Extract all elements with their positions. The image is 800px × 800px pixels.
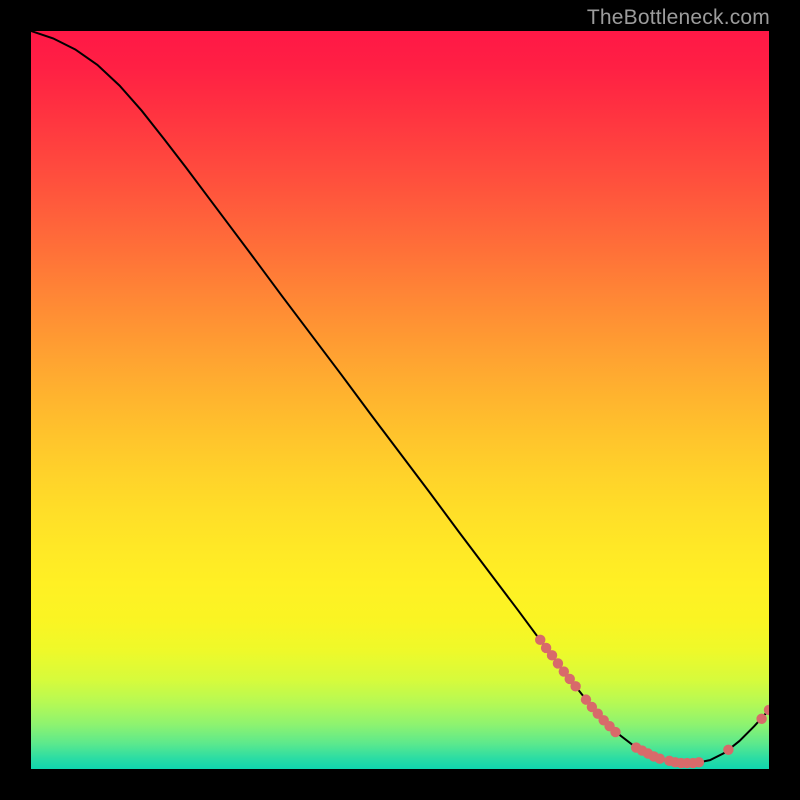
watermark-label: TheBottleneck.com	[587, 6, 770, 30]
chart-svg	[31, 31, 769, 769]
plot-area	[31, 31, 769, 769]
gradient-background	[31, 31, 769, 769]
data-marker	[723, 745, 733, 755]
chart-stage: TheBottleneck.com	[0, 0, 800, 800]
data-marker	[570, 681, 580, 691]
data-marker	[610, 727, 620, 737]
data-marker	[756, 714, 766, 724]
data-marker	[655, 753, 665, 763]
data-marker	[694, 757, 704, 767]
